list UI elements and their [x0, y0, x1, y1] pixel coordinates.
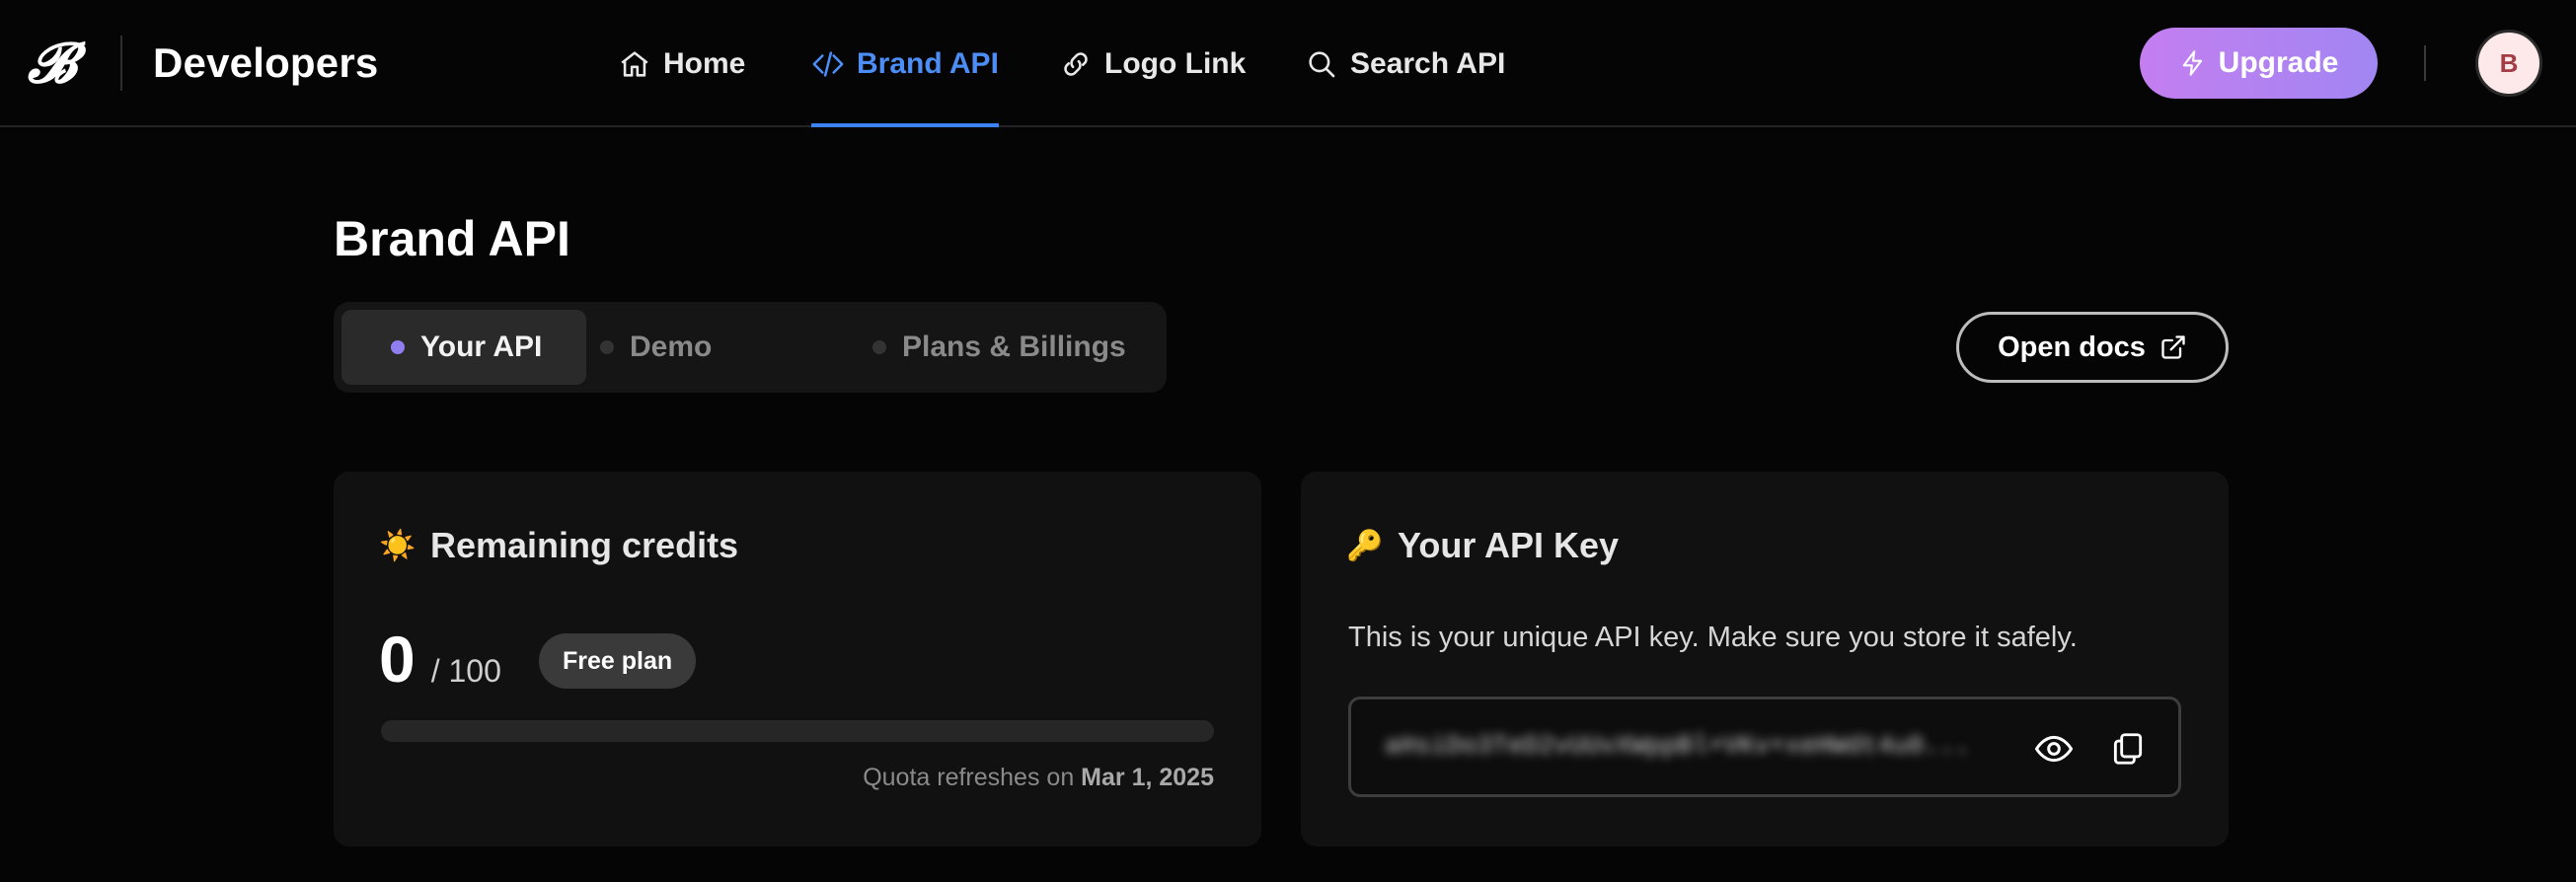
code-icon [812, 50, 844, 77]
credits-count: 0 / 100 [379, 620, 501, 698]
tab-demo[interactable]: Demo [600, 310, 712, 385]
api-key-card-title: 🔑 Your API Key [1346, 525, 1619, 566]
key-icon: 🔑 [1346, 529, 1384, 562]
lightning-icon [2182, 50, 2202, 76]
api-key-description: This is your unique API key. Make sure y… [1348, 622, 2078, 653]
credits-title-text: Remaining credits [430, 525, 739, 565]
upgrade-button[interactable]: Upgrade [2140, 28, 2378, 99]
nav-home[interactable]: Home [618, 0, 745, 127]
credits-total: / 100 [430, 653, 501, 689]
nav-search-api[interactable]: Search API [1305, 0, 1505, 127]
tab-bar: Your API Demo Plans & Billings [334, 302, 1167, 393]
api-key-title-text: Your API Key [1398, 525, 1620, 565]
api-key-card: 🔑 Your API Key This is your unique API k… [1301, 472, 2229, 846]
top-nav-bar: 𝓑 Developers Home Brand API Logo Link Se… [0, 0, 2576, 127]
user-avatar[interactable]: B [2475, 30, 2542, 97]
tab-plans-billings[interactable]: Plans & Billings [872, 310, 1126, 385]
plan-badge: Free plan [539, 633, 697, 689]
nav-home-label: Home [663, 46, 746, 80]
home-icon [621, 50, 648, 77]
tab-demo-label: Demo [630, 331, 713, 363]
tab-plans-billings-label: Plans & Billings [902, 331, 1126, 363]
nav-brand-api-label: Brand API [857, 46, 999, 80]
tab-dot [391, 340, 405, 354]
tab-dot [600, 340, 614, 354]
quota-refresh-prefix: Quota refreshes on [863, 764, 1075, 791]
open-docs-label: Open docs [1998, 331, 2146, 363]
upgrade-label: Upgrade [2218, 46, 2339, 79]
open-docs-button[interactable]: Open docs [1956, 312, 2229, 383]
sun-icon: ☀️ [379, 529, 417, 562]
search-icon [1309, 50, 1335, 77]
nav-brand-api[interactable]: Brand API [811, 0, 999, 127]
quota-refresh-date: Mar 1, 2025 [1081, 764, 1214, 791]
nav-logo-link-label: Logo Link [1104, 46, 1247, 80]
api-key-field[interactable]: aHsiDo3TeD2vUUvXWppBl+VKv+xeHWdt4u0... [1348, 697, 2181, 797]
api-key-value: aHsiDo3TeD2vUUvXWppBl+VKv+xeHWdt4u0... [1385, 731, 1970, 761]
nav-logo-link[interactable]: Logo Link [1059, 0, 1246, 127]
tab-your-api[interactable]: Your API [341, 310, 586, 385]
brand-title: Developers [153, 39, 379, 86]
remaining-credits-card: ☀️ Remaining credits 0 / 100 Free plan Q… [334, 472, 1261, 846]
copy-icon[interactable] [2109, 729, 2147, 769]
nav-search-api-label: Search API [1350, 46, 1506, 80]
page-title: Brand API [334, 211, 570, 266]
credits-progress-bar [381, 720, 1214, 742]
credits-remaining: 0 [379, 623, 416, 696]
eye-icon[interactable] [2034, 729, 2074, 769]
tab-dot [872, 340, 886, 354]
quota-refresh-text: Quota refreshes on Mar 1, 2025 [863, 764, 1214, 792]
external-link-icon [2161, 335, 2185, 359]
brand-logo-icon[interactable]: 𝓑 [28, 36, 79, 91]
credits-card-title: ☀️ Remaining credits [379, 525, 738, 566]
header-divider [2424, 45, 2426, 81]
tab-your-api-label: Your API [420, 331, 543, 363]
link-icon [1064, 51, 1088, 76]
logo-divider [120, 36, 122, 91]
avatar-initial: B [2499, 47, 2519, 78]
